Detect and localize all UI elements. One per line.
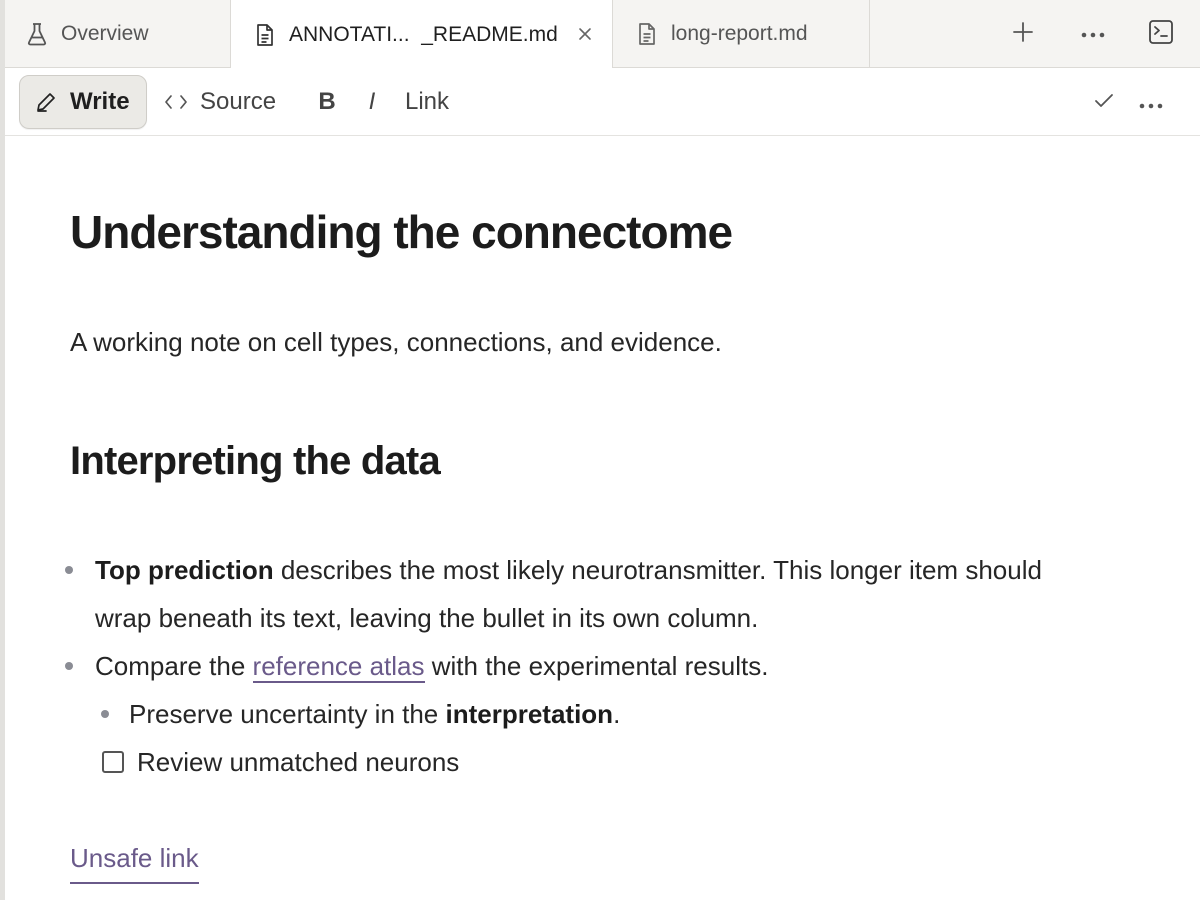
terminal-icon [1148, 19, 1174, 50]
write-mode-button[interactable]: Write [19, 75, 147, 129]
terminal-button[interactable] [1143, 16, 1179, 52]
tab-more-button[interactable] [1075, 16, 1111, 52]
list-item-text: . [613, 699, 621, 729]
unsafe-link[interactable]: Unsafe link [70, 834, 199, 884]
document-body[interactable]: Understanding the connectome A working n… [5, 137, 1200, 900]
document-title: Understanding the connectome [70, 206, 733, 258]
list-item-text: Compare the [95, 651, 253, 681]
document-icon [635, 22, 659, 46]
bullet-icon [65, 566, 73, 574]
link-button[interactable]: Link [405, 75, 449, 129]
source-label: Source [200, 88, 277, 115]
task-item-label: Review unmatched neurons [137, 747, 460, 777]
toolbar-more-button[interactable] [1133, 75, 1169, 129]
tab-long-report[interactable]: long-report.md [613, 0, 870, 68]
editor-window: Overview ANNOTATI... _README.md long-rep… [0, 0, 1200, 900]
bullet-icon [101, 710, 109, 718]
list-item-bold: interpretation [445, 699, 614, 729]
document-icon [253, 23, 277, 47]
nested-list-item: Preserve uncertainty in the interpretati… [129, 690, 1029, 738]
reference-atlas-link[interactable]: reference atlas [252, 651, 425, 683]
list-item-text: with the experimental results. [424, 651, 769, 681]
close-icon[interactable] [571, 20, 599, 48]
code-icon [164, 94, 188, 110]
italic-button[interactable]: I [359, 75, 385, 129]
pencil-icon [34, 90, 58, 114]
list-item: Top prediction describes the most likely… [95, 546, 1095, 642]
list-item-bold: Top prediction [95, 555, 274, 585]
list-item: Compare the reference atlas with the exp… [95, 642, 1095, 690]
document-subtitle: A working note on cell types, connection… [70, 327, 722, 357]
format-toolbar: Write Source B I Link [5, 68, 1200, 136]
tab-label: ANNOTATI... _README.md [289, 22, 558, 46]
tab-label: long-report.md [671, 22, 808, 45]
bullet-icon [65, 662, 73, 670]
tab-bar: Overview ANNOTATI... _README.md long-rep… [5, 0, 1200, 69]
ellipsis-icon [1081, 25, 1105, 43]
checkmark-icon [1094, 88, 1114, 116]
plus-icon [1012, 21, 1034, 48]
task-checkbox[interactable] [102, 751, 124, 773]
list-item-text: Preserve uncertainty in the [129, 699, 446, 729]
ellipsis-icon [1139, 88, 1163, 116]
write-label: Write [70, 88, 130, 115]
section-heading: Interpreting the data [70, 439, 441, 483]
source-mode-button[interactable]: Source [160, 75, 276, 129]
flask-icon [25, 22, 49, 46]
done-button[interactable] [1086, 75, 1122, 129]
tab-annotation-readme[interactable]: ANNOTATI... _README.md [231, 0, 613, 69]
tab-label: Overview [61, 22, 149, 45]
tab-overview[interactable]: Overview [5, 0, 231, 68]
new-tab-button[interactable] [1005, 16, 1041, 52]
bold-button[interactable]: B [311, 75, 343, 129]
